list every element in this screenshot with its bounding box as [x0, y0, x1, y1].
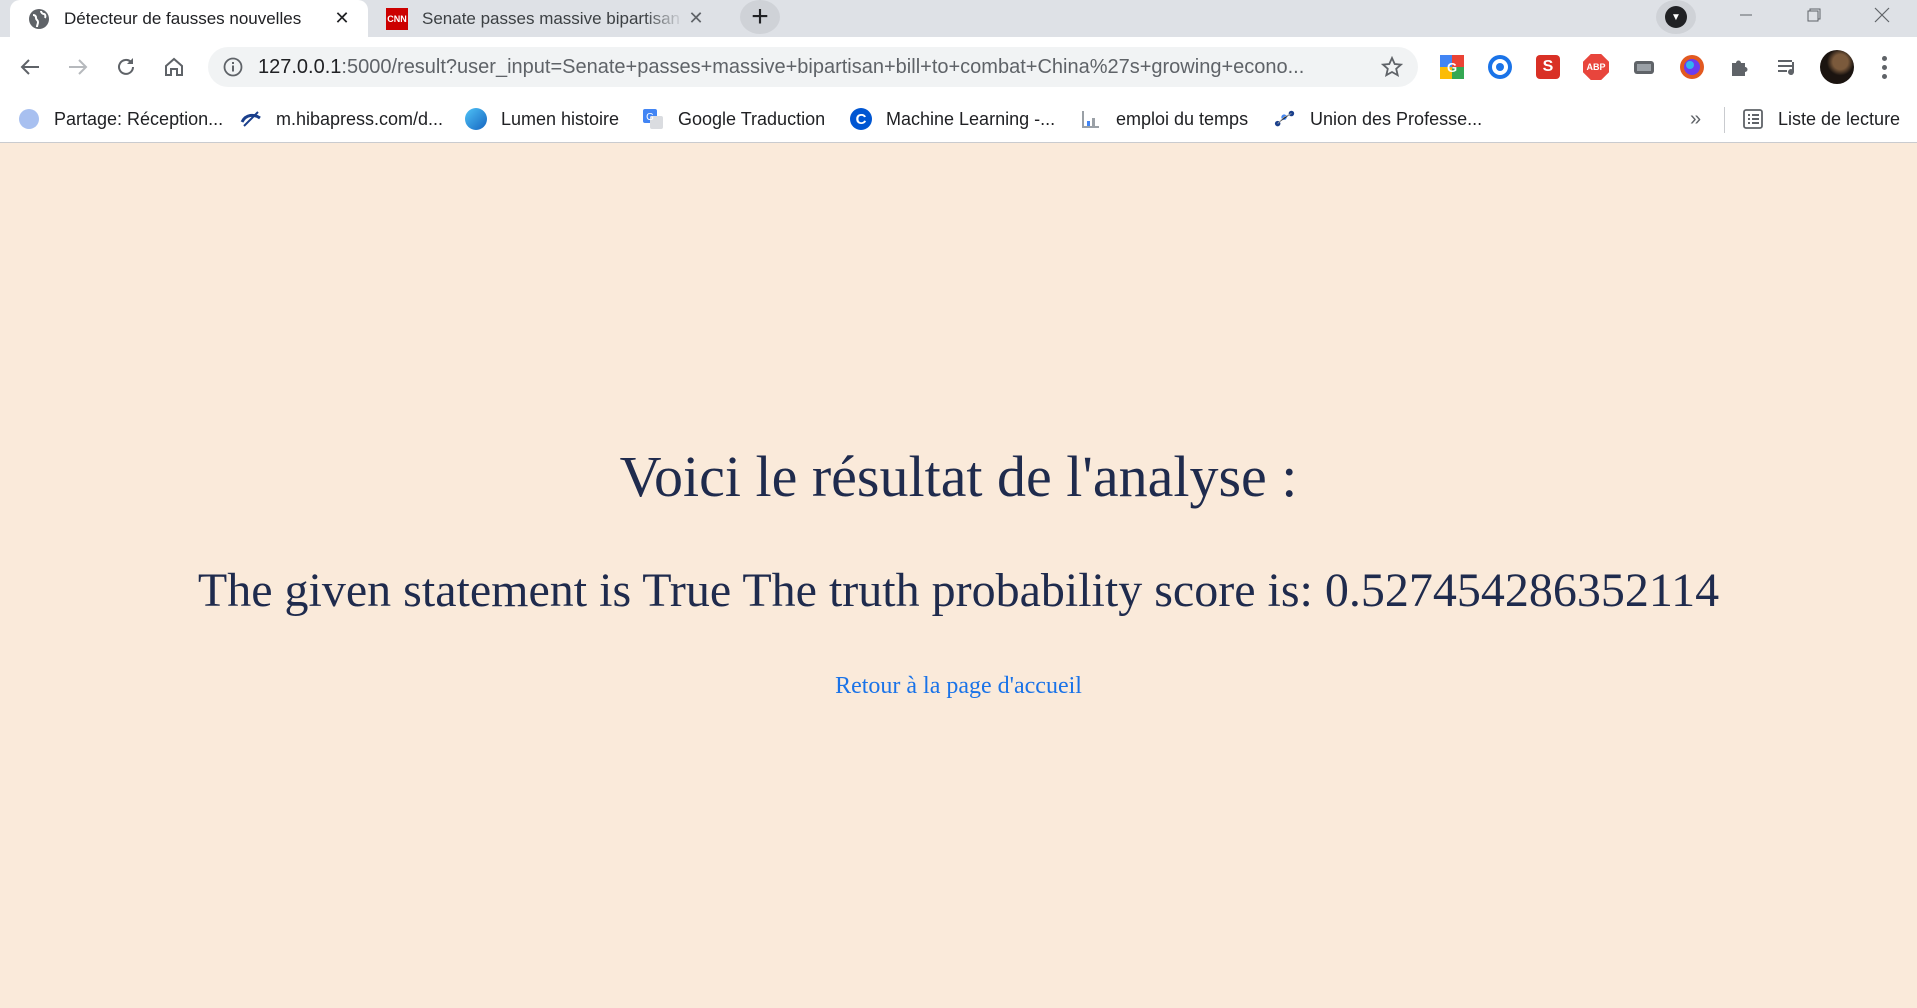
calendar-icon	[1080, 108, 1102, 130]
back-home-link[interactable]: Retour à la page d'accueil	[835, 673, 1082, 699]
home-button[interactable]	[156, 49, 192, 85]
close-icon[interactable]: ✕	[330, 7, 354, 31]
bookmark-item[interactable]: C Machine Learning -...	[850, 97, 1055, 141]
address-url[interactable]: 127.0.0.1:5000/result?user_input=Senate+…	[258, 56, 1366, 79]
bookmark-label: Lumen histoire	[501, 108, 620, 129]
bookmark-item[interactable]: Lumen histoire	[465, 97, 619, 141]
bookmark-label: Google Traduction	[678, 108, 826, 129]
bookmark-label: Machine Learning -...	[886, 108, 1056, 129]
bookmark-item[interactable]: Union des Professe...	[1274, 97, 1482, 141]
reading-list-button[interactable]: Liste de lecture	[1742, 97, 1900, 141]
svg-text:G: G	[1447, 60, 1457, 75]
divider	[1724, 107, 1725, 133]
svg-text:G: G	[646, 112, 654, 123]
chevron-down-icon: ▼	[1665, 6, 1687, 28]
back-button[interactable]	[12, 49, 48, 85]
tab-active[interactable]: Détecteur de fausses nouvelles ✕	[10, 0, 368, 37]
bookmark-label: Union des Professe...	[1310, 108, 1483, 129]
bookmark-item[interactable]: emploi du temps	[1080, 97, 1248, 141]
bookmarks-bar: Partage: Réception... m.hibapress.com/d.…	[0, 97, 1917, 143]
minimize-icon	[1740, 14, 1752, 16]
result-text: The given statement is True The truth pr…	[197, 564, 1720, 617]
bookmarks-overflow-button[interactable]: »	[1690, 97, 1701, 141]
new-tab-button[interactable]: +	[740, 0, 780, 34]
page-content: Voici le résultat de l'analyse : The giv…	[0, 143, 1917, 1008]
google-icon[interactable]: G	[1438, 53, 1466, 81]
tab-strip: Détecteur de fausses nouvelles ✕ CNN Sen…	[0, 0, 1917, 37]
bookmark-label: m.hibapress.com/d...	[276, 108, 444, 129]
url-host: 127.0.0.1	[258, 55, 342, 78]
coursera-icon: C	[850, 108, 872, 130]
arrow-right-icon	[69, 59, 88, 75]
gamepad-icon[interactable]	[1630, 53, 1658, 81]
page-title: Voici le résultat de l'analyse :	[619, 444, 1298, 509]
arrow-left-icon	[20, 59, 39, 75]
globe-icon	[28, 8, 50, 30]
s-extension-icon[interactable]: S	[1534, 53, 1562, 81]
close-icon[interactable]: ✕	[684, 7, 708, 31]
tab-title: Détecteur de fausses nouvelles	[64, 8, 302, 28]
hibapress-icon	[240, 108, 262, 130]
back-link-container: Retour à la page d'accueil	[0, 673, 1917, 700]
close-icon	[1874, 7, 1890, 23]
drive-icon	[18, 108, 40, 130]
bookmark-star-icon[interactable]	[1380, 55, 1404, 79]
minimize-button[interactable]	[1714, 0, 1778, 30]
reading-list-icon	[1742, 108, 1764, 130]
address-bar[interactable]: 127.0.0.1:5000/result?user_input=Senate+…	[208, 47, 1418, 87]
restore-button[interactable]	[1782, 0, 1846, 30]
forward-button[interactable]	[60, 49, 96, 85]
browser-toolbar: 127.0.0.1:5000/result?user_input=Senate+…	[0, 37, 1917, 97]
bookmark-item[interactable]: G Google Traduction	[642, 97, 825, 141]
restore-icon	[1807, 8, 1821, 22]
avatar[interactable]	[1820, 50, 1854, 84]
tab-inactive[interactable]: CNN Senate passes massive bipartisan bil…	[370, 0, 722, 37]
tab-search-button[interactable]: ▼	[1656, 0, 1696, 34]
adblock-icon[interactable]: ABP	[1582, 53, 1610, 81]
media-queue-icon[interactable]	[1774, 53, 1802, 81]
plus-icon: +	[751, 0, 769, 33]
compass-icon[interactable]	[1486, 53, 1514, 81]
more-menu-button[interactable]	[1870, 53, 1898, 81]
reading-list-label: Liste de lecture	[1778, 108, 1901, 129]
url-path: :5000/result?user_input=Senate+passes+ma…	[341, 55, 1305, 78]
home-icon	[165, 57, 183, 76]
google-translate-icon: G	[642, 108, 664, 130]
info-icon[interactable]	[222, 56, 244, 78]
tab-title: Senate passes massive bipartisan bill to…	[422, 8, 684, 28]
lumen-icon	[465, 108, 487, 130]
bookmark-label: emploi du temps	[1116, 108, 1249, 129]
bookmark-item[interactable]: Partage: Réception...	[18, 97, 223, 141]
bookmark-item[interactable]: m.hibapress.com/d...	[240, 97, 443, 141]
close-window-button[interactable]	[1850, 0, 1914, 30]
reload-button[interactable]	[108, 49, 144, 85]
bookmark-label: Partage: Réception...	[54, 108, 224, 129]
cnn-icon: CNN	[386, 7, 408, 30]
union-icon	[1274, 108, 1296, 130]
reload-icon	[118, 58, 134, 75]
firefox-relay-icon[interactable]	[1678, 53, 1706, 81]
puzzle-icon[interactable]	[1726, 53, 1754, 81]
